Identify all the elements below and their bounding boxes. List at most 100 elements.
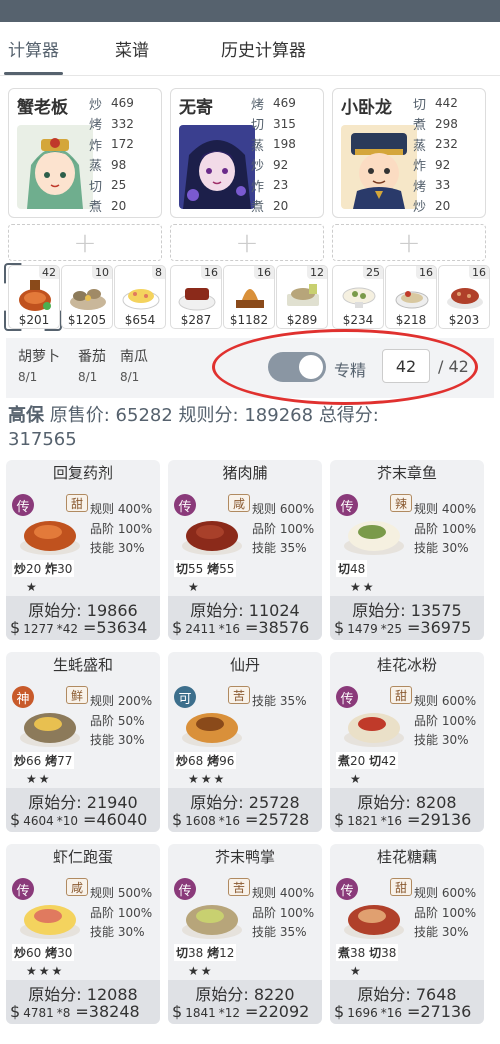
chef-avatar bbox=[341, 125, 417, 209]
recipe-card[interactable]: 回复药剂 传 甜 规则 400% 品阶 100% 技能 30% 炒20 炸30 ★ … bbox=[6, 460, 160, 640]
chef-name: 蟹老板 bbox=[17, 98, 68, 118]
recipe-skill-req: 煮20 切42 bbox=[336, 752, 399, 769]
recipe-stat: 规则 400% bbox=[414, 502, 477, 516]
dish-item[interactable]: 25 $234 bbox=[332, 265, 384, 329]
skill-value: 38 bbox=[188, 946, 204, 960]
chef-skill: 蒸 198 bbox=[251, 137, 296, 154]
chef-name: 小卧龙 bbox=[341, 98, 392, 118]
dish-count: 16 bbox=[254, 266, 274, 279]
rule-score-label: 规则分: bbox=[178, 405, 239, 426]
result-score: =46040 bbox=[83, 810, 148, 829]
chef-skill: 煮 20 bbox=[89, 198, 127, 216]
dish-item[interactable]: 8 $654 bbox=[114, 265, 166, 329]
recipe-stats: 规则 600% 品阶 100% 技能 35% bbox=[252, 500, 314, 559]
recipe-card[interactable]: 芥末章鱼 传 辣 规则 400% 品阶 100% 技能 30% 切48 ★★ 原始分… bbox=[330, 460, 484, 640]
recipe-card[interactable]: 猪肉脯 传 咸 规则 600% 品阶 100% 技能 35% 切55 烤55 ★ 原… bbox=[168, 460, 322, 640]
add-equipment-button[interactable]: + bbox=[170, 224, 324, 261]
lotus-root-icon bbox=[447, 288, 483, 309]
recipe-card[interactable]: 仙丹 可 苦 技能 35% 炒68 烤96 ★★★ 原始分: 25728 $ 1… bbox=[168, 652, 322, 832]
recipe-card[interactable]: 桂花糖藕 传 甜 规则 600% 品阶 100% 技能 30% 煮38 切38 ★ … bbox=[330, 844, 484, 1024]
dish-count: 16 bbox=[201, 266, 221, 279]
multiplier: *25 bbox=[380, 622, 403, 636]
potion-icon bbox=[19, 280, 51, 311]
status-bar bbox=[0, 0, 500, 22]
flavor-badge: 甜 bbox=[66, 494, 88, 512]
recipe-stars: ★ bbox=[350, 772, 363, 786]
currency-symbol: $ bbox=[10, 1002, 21, 1021]
dish-count: 8 bbox=[152, 266, 165, 279]
chef-avatar bbox=[179, 125, 255, 209]
chef-card[interactable]: 无寄 烤 469 切 315 蒸 198 炒 92 炸 23 煮 20 bbox=[170, 88, 324, 218]
rarity-badge: 传 bbox=[174, 494, 196, 516]
skill-value: 12 bbox=[219, 946, 235, 960]
recipe-stat: 品阶 100% bbox=[90, 905, 153, 920]
recipe-stars: ★★★ bbox=[26, 964, 65, 978]
highlight-annotation bbox=[212, 329, 478, 405]
chef-card[interactable]: 小卧龙 切 442 煮 298 蒸 232 炸 92 烤 33 炒 20 bbox=[332, 88, 486, 218]
rarity-badge: 神 bbox=[12, 686, 34, 708]
score-calc: $ 2411 *16 =38576 bbox=[172, 618, 320, 637]
recipe-card[interactable]: 虾仁跑蛋 传 咸 规则 500% 品阶 100% 技能 30% 炒60 烤30 ★★… bbox=[6, 844, 160, 1024]
dish-item[interactable]: 16 $218 bbox=[385, 265, 437, 329]
chef-skill: 炒 92 bbox=[251, 157, 289, 175]
chef-card[interactable]: 蟹老板 炒 469 烤 332 炸 172 蒸 98 切 25 煮 20 bbox=[8, 88, 162, 218]
recipe-skill-req: 炒60 烤30 bbox=[12, 944, 75, 961]
ingredient-item: 胡萝卜 8/1 bbox=[18, 349, 60, 384]
recipe-stat: 技能 35% bbox=[252, 694, 307, 708]
chef-skill: 炒 469 bbox=[89, 96, 134, 113]
recipe-skill-req: 煮38 切38 bbox=[336, 944, 399, 961]
skill-type: 炒 bbox=[14, 562, 27, 576]
multiplier: *16 bbox=[218, 814, 241, 828]
score-calc: $ 1821 *16 =29136 bbox=[334, 810, 482, 829]
add-equipment-button[interactable]: + bbox=[8, 224, 162, 261]
flavor-badge: 甜 bbox=[390, 878, 412, 896]
dish-item[interactable]: 10 $1205 bbox=[61, 265, 113, 329]
result-score: =38248 bbox=[75, 1002, 140, 1021]
add-equipment-button[interactable]: + bbox=[332, 224, 486, 261]
currency-symbol: $ bbox=[172, 810, 183, 829]
multiplier: *16 bbox=[380, 814, 403, 828]
skill-value: 20 bbox=[350, 754, 366, 768]
dish-item[interactable]: 16 $203 bbox=[438, 265, 490, 329]
recipe-stats: 规则 600% 品阶 100% 技能 30% bbox=[414, 884, 476, 943]
skill-value: 48 bbox=[350, 562, 366, 576]
total-score-value: 317565 bbox=[8, 429, 77, 450]
score-calc: $ 1277 *42 =53634 bbox=[10, 618, 158, 637]
score-summary: 高保 原售价: 65282 规则分: 189268 总得分: 317565 bbox=[8, 404, 492, 452]
dish-item[interactable]: 16 $1182 bbox=[223, 265, 275, 329]
recipe-card[interactable]: 芥末鸭掌 传 苦 规则 400% 品阶 100% 技能 35% 切38 烤12 ★★… bbox=[168, 844, 322, 1024]
recipe-title: 生蚝盛和 bbox=[52, 656, 113, 674]
recipe-stars: ★ bbox=[350, 964, 363, 978]
rarity-badge: 可 bbox=[174, 686, 196, 708]
dish-count: 10 bbox=[92, 266, 112, 279]
unit-price: 1608 bbox=[185, 814, 216, 828]
tab-bar: 计算器 菜谱 历史计算器 bbox=[0, 22, 500, 76]
recipe-stat: 品阶 100% bbox=[414, 521, 477, 536]
recipe-card[interactable]: 生蚝盛和 神 鲜 规则 200% 品阶 50% 技能 30% 炒66 烤77 ★★ … bbox=[6, 652, 160, 832]
unit-price: 4781 bbox=[23, 1006, 54, 1020]
rarity-badge: 传 bbox=[12, 878, 34, 900]
recipe-title: 芥末章鱼 bbox=[376, 464, 437, 482]
tab-calculator[interactable]: 计算器 bbox=[2, 22, 65, 75]
flavor-badge: 甜 bbox=[390, 686, 412, 704]
chef-skill: 炸 23 bbox=[251, 178, 289, 195]
skill-type: 烤 bbox=[45, 754, 58, 768]
recipe-stats: 技能 35% bbox=[252, 692, 307, 712]
tab-history[interactable]: 历史计算器 bbox=[215, 22, 312, 75]
dish-price: $234 bbox=[342, 313, 374, 327]
chef-skill: 炒 20 bbox=[413, 198, 451, 216]
recipe-card[interactable]: 桂花冰粉 传 甜 规则 600% 品阶 100% 技能 30% 煮20 切42 ★ … bbox=[330, 652, 484, 832]
octopus-icon bbox=[342, 287, 376, 308]
recipe-title: 回复药剂 bbox=[52, 464, 113, 482]
unit-price: 2411 bbox=[185, 622, 216, 636]
skill-value: 42 bbox=[381, 754, 397, 768]
skill-type: 切 bbox=[369, 754, 382, 768]
dish-count: 16 bbox=[469, 266, 489, 279]
dish-price: $1182 bbox=[229, 313, 269, 327]
tab-recipes[interactable]: 菜谱 bbox=[109, 22, 155, 75]
dish-item[interactable]: 16 $287 bbox=[170, 265, 222, 329]
dish-item[interactable]: 42 $201 bbox=[8, 265, 60, 329]
ingredient-item: 南瓜 8/1 bbox=[120, 349, 148, 384]
dish-item[interactable]: 12 $289 bbox=[276, 265, 328, 329]
egg-dish-icon bbox=[122, 289, 160, 310]
